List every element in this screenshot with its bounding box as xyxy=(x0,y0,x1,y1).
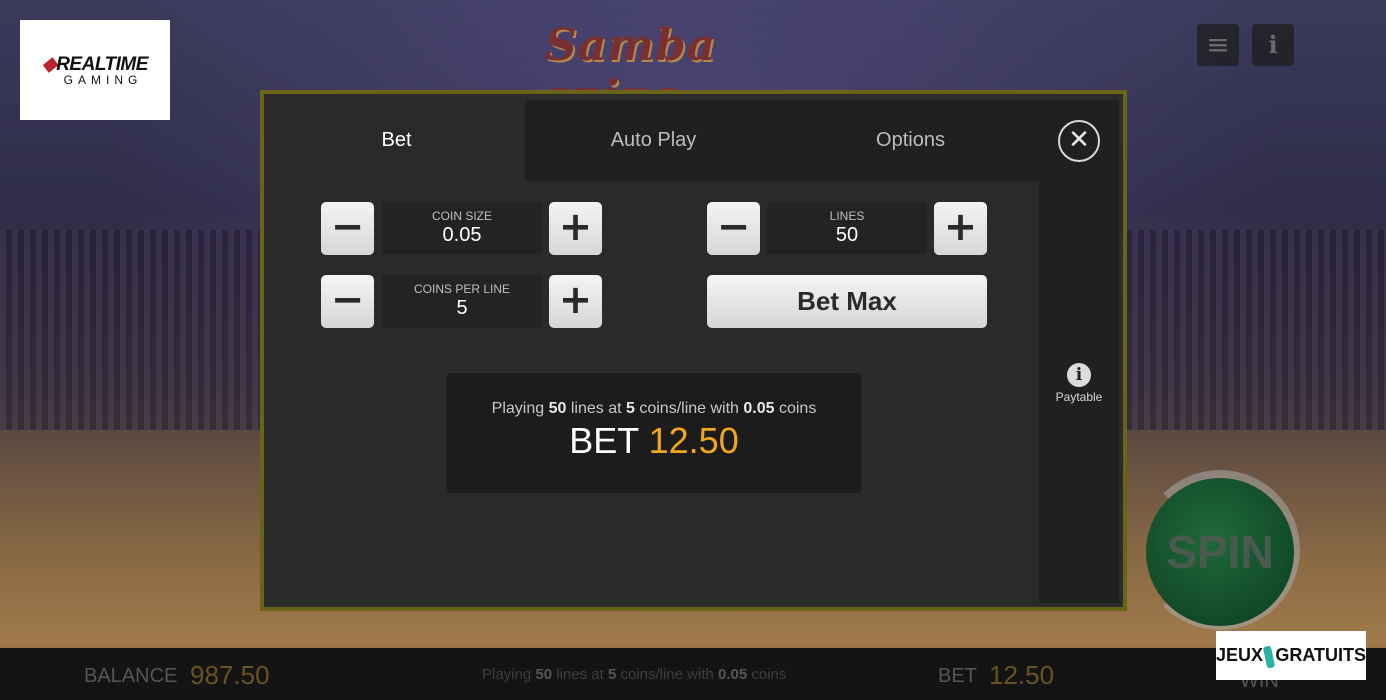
rtg-mark-icon: ◆ xyxy=(42,54,57,75)
bottom-bet-label: BET xyxy=(938,665,977,687)
coins-per-line-caption: COINS PER LINE xyxy=(413,282,511,296)
coins-per-line-display: COINS PER LINE 5 xyxy=(382,275,542,328)
game-title-logo: Samba spins xyxy=(545,20,717,122)
rtg-logo-line2: GAMING xyxy=(63,73,143,87)
bet-summary-panel: Playing 50 lines at 5 coins/line with 0.… xyxy=(447,373,861,493)
paytable-label: Paytable xyxy=(1055,390,1103,404)
lines-decrease-button[interactable]: − xyxy=(707,202,760,255)
crowd-right xyxy=(1120,230,1386,430)
coins-per-line-value: 5 xyxy=(456,297,468,319)
coin-size-caption: COIN SIZE xyxy=(431,209,492,223)
spin-control[interactable]: SPIN xyxy=(1140,470,1300,630)
coin-size-decrease-button[interactable]: − xyxy=(321,202,374,255)
bottom-status-bar: BALANCE 987.50 Playing 50 lines at 5 coi… xyxy=(0,648,1386,700)
hamburger-menu-icon[interactable]: ≡ xyxy=(1197,24,1239,66)
coin-size-value: 0.05 xyxy=(442,224,482,246)
rtg-logo-line1: REALTIME xyxy=(56,54,148,75)
balance-label: BALANCE xyxy=(84,665,178,687)
total-bet-value: 12.50 xyxy=(648,420,739,461)
bottom-bet-message: Playing 50 lines at 5 coins/line with 0.… xyxy=(482,666,787,683)
close-icon[interactable]: ✕ xyxy=(1058,120,1100,162)
coins-per-line-increase-button[interactable]: + xyxy=(549,275,602,328)
tab-bet[interactable]: Bet xyxy=(268,100,525,181)
info-circle-icon: i xyxy=(1067,363,1091,387)
lines-increase-button[interactable]: + xyxy=(934,202,987,255)
jeux-gratuits-logo: JEUX GRATUITS xyxy=(1216,631,1366,680)
bet-summary-text: Playing 50 lines at 5 coins/line with 0.… xyxy=(491,400,817,417)
paytable-button[interactable]: i Paytable xyxy=(1046,363,1112,404)
lines-caption: LINES xyxy=(829,209,865,223)
realtime-gaming-logo: ◆REALTIME GAMING xyxy=(20,20,170,120)
total-bet-label: BET xyxy=(569,420,639,461)
coin-size-display: COIN SIZE 0.05 xyxy=(382,202,542,255)
info-icon[interactable]: i xyxy=(1252,24,1294,66)
spin-button[interactable]: SPIN xyxy=(1146,478,1294,626)
bet-max-button[interactable]: Bet Max xyxy=(707,275,987,328)
total-bet: BET 12.50 xyxy=(447,420,861,462)
bottom-bet-value: 12.50 xyxy=(989,660,1055,690)
dice-icon xyxy=(1262,644,1276,669)
coins-per-line-decrease-button[interactable]: − xyxy=(321,275,374,328)
tab-auto-play[interactable]: Auto Play xyxy=(525,100,782,181)
jg-logo-right: GRATUITS xyxy=(1275,645,1366,665)
crowd-left xyxy=(0,230,270,430)
lines-value: 50 xyxy=(835,224,859,246)
coin-size-increase-button[interactable]: + xyxy=(549,202,602,255)
tab-options[interactable]: Options xyxy=(782,100,1039,181)
lines-display: LINES 50 xyxy=(767,202,927,255)
balance-value: 987.50 xyxy=(190,660,270,690)
jg-logo-left: JEUX xyxy=(1216,645,1264,665)
